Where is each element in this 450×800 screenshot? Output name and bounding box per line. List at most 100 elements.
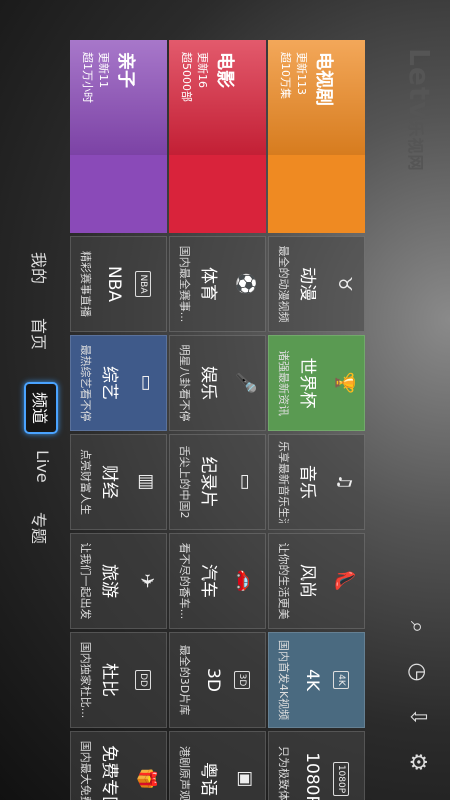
channel-icon-glyph: ✈	[136, 573, 157, 589]
channel-subtitle: 最全的3D片库	[178, 644, 191, 716]
channel-icon: 4K	[332, 633, 356, 727]
channel-title: 娱乐	[198, 366, 218, 400]
channel-tile[interactable]: 1080P 1080P 只为极致体验	[268, 731, 365, 800]
featured-count: 超10万集	[279, 52, 292, 99]
channel-subtitle: 最热综艺看不停	[79, 344, 92, 422]
channel-title: 音乐	[297, 465, 317, 499]
channel-tile[interactable]: 🚗 汽车 看不尽的香车...	[169, 533, 266, 629]
channel-tile[interactable]: 👠 风尚 让你的生活更美	[268, 533, 365, 629]
channel-tile[interactable]: ▥ 财经 点亮财富人生	[70, 434, 167, 530]
channel-icon-glyph: 3D	[234, 670, 250, 690]
rotated-canvas: Letv乐视网 电视剧 更新113 超10万集 电影 更新16 超5000部 亲子 更新11 超…	[0, 0, 450, 800]
channel-icon-glyph: 1080P	[333, 761, 349, 797]
channel-title: NBA	[104, 265, 124, 302]
channel-subtitle: 港剧原声观看	[178, 746, 191, 800]
letv-logo: Letv乐视网	[403, 48, 436, 171]
channel-icon: ♫	[332, 435, 356, 529]
channel-title: 粤语	[198, 762, 218, 796]
channel-icon: DD	[134, 633, 158, 727]
channel-subtitle: 让我们一起出发	[79, 542, 92, 620]
channel-subtitle: 诸强最新资讯	[277, 350, 290, 416]
channel-title: 免费专区	[99, 745, 119, 800]
channel-tile[interactable]: 🎁 免费专区 国内最大免费...	[70, 731, 167, 800]
channel-subtitle: 最全的动漫视频	[277, 245, 290, 323]
channel-title: 财经	[99, 465, 119, 499]
channel-icon-glyph: ♫	[334, 473, 355, 491]
channel-icon-glyph: ▭	[235, 473, 256, 491]
channel-icon: ▭	[233, 435, 257, 529]
channel-icon-glyph: ▣	[235, 770, 256, 788]
channel-tile[interactable]: NBA NBA 精彩赛事直播	[70, 236, 167, 332]
channel-subtitle: 舌尖上的中国2	[178, 445, 191, 519]
featured-title: 电视剧	[313, 52, 334, 106]
featured-count: 超1万小时	[81, 52, 94, 103]
logo-text: Letv	[403, 48, 436, 121]
nav-item[interactable]: 首页	[28, 318, 52, 350]
channel-tile[interactable]: 4K 4K 国内首发4K视频	[268, 632, 365, 728]
channel-icon-glyph: NBA	[135, 271, 151, 297]
featured-count: 超5000部	[180, 52, 193, 102]
channel-subtitle: 国内最全赛事...	[178, 245, 191, 323]
nav-item[interactable]: 频道	[24, 382, 58, 435]
channel-icon: ♉	[332, 237, 356, 331]
channel-icon-glyph: 4K	[333, 671, 349, 689]
channel-icon: 🎁	[134, 732, 158, 800]
channel-title: 汽车	[198, 564, 218, 598]
gear-icon[interactable]: ⚙	[402, 747, 432, 777]
nav-item[interactable]: 我的	[28, 252, 52, 284]
channel-tile[interactable]: ♫ 音乐 乐享最新音乐生活	[268, 434, 365, 530]
channel-tile[interactable]: ♉ 动漫 最全的动漫视频	[268, 236, 365, 332]
app-root: Letv乐视网 电视剧 更新113 超10万集 电影 更新16 超5000部 亲子 更新11 超…	[0, 0, 450, 800]
channel-tile[interactable]: 🏆 世界杯 诸强最新资讯	[268, 335, 365, 431]
channel-icon: 1080P	[332, 732, 356, 800]
nav-item[interactable]: 专题	[28, 512, 52, 544]
channel-icon: ✈	[134, 534, 158, 628]
channel-subtitle: 乐享最新音乐生活	[277, 441, 290, 523]
channel-icon-glyph: ⚽	[235, 272, 256, 296]
channel-title: 风尚	[297, 564, 317, 598]
featured-tile[interactable]: 电影 更新16 超5000部	[169, 40, 266, 233]
channel-icon: ▥	[134, 435, 158, 529]
channel-tile[interactable]: 🎤 娱乐 明星八卦看不停	[169, 335, 266, 431]
channel-subtitle: 让你的生活更美	[277, 542, 290, 620]
featured-update: 更新11	[97, 52, 110, 88]
channel-tile[interactable]: ▭ 纪录片 舌尖上的中国2	[169, 434, 266, 530]
search-icon[interactable]: ⌕	[402, 612, 432, 642]
channel-icon: NBA	[134, 237, 158, 331]
channel-icon: ▣	[233, 732, 257, 800]
featured-update: 更新113	[295, 52, 308, 95]
featured-title: 电影	[214, 52, 235, 88]
channel-icon-glyph: 👠	[334, 569, 355, 593]
channel-icon-glyph: 🎤	[235, 371, 256, 395]
channel-title: 杜比	[99, 663, 119, 697]
channel-icon: ▭	[134, 336, 158, 430]
channel-tile[interactable]: DD 杜比 国内独家杜比...	[70, 632, 167, 728]
channel-title: 旅游	[99, 564, 119, 598]
channel-tile[interactable]: ⚽ 体育 国内最全赛事...	[169, 236, 266, 332]
nav-item[interactable]: Live	[33, 450, 52, 483]
channel-tile[interactable]: ▭ 综艺 最热综艺看不停	[70, 335, 167, 431]
channel-subtitle: 国内最大免费...	[79, 740, 92, 800]
download-icon[interactable]: ⇩	[402, 702, 432, 732]
channel-icon-glyph: 🎁	[136, 767, 157, 791]
channel-subtitle: 明星八卦看不停	[178, 344, 191, 422]
featured-tile[interactable]: 亲子 更新11 超1万小时	[70, 40, 167, 233]
channel-icon: 🚗	[233, 534, 257, 628]
clock-icon[interactable]: ◷	[402, 657, 432, 687]
channel-icon-glyph: 🏆	[334, 371, 355, 395]
channel-subtitle: 看不尽的香车...	[178, 542, 191, 620]
channel-title: 3D	[203, 668, 223, 692]
featured-title: 亲子	[115, 52, 136, 88]
channel-tile[interactable]: ✈ 旅游 让我们一起出发	[70, 533, 167, 629]
channel-icon-glyph: DD	[135, 670, 151, 690]
channel-title: 纪录片	[198, 456, 218, 508]
channel-tile[interactable]: ▣ 粤语 港剧原声观看	[169, 731, 266, 800]
channel-icon: 🎤	[233, 336, 257, 430]
channel-tile[interactable]: 3D 3D 最全的3D片库	[169, 632, 266, 728]
channel-icon: ⚽	[233, 237, 257, 331]
channel-subtitle: 点亮财富人生	[79, 449, 92, 515]
channel-subtitle: 精彩赛事直播	[79, 251, 92, 317]
channel-icon-glyph: 🚗	[235, 569, 256, 593]
featured-tile[interactable]: 电视剧 更新113 超10万集	[268, 40, 365, 233]
channel-icon: 👠	[332, 534, 356, 628]
